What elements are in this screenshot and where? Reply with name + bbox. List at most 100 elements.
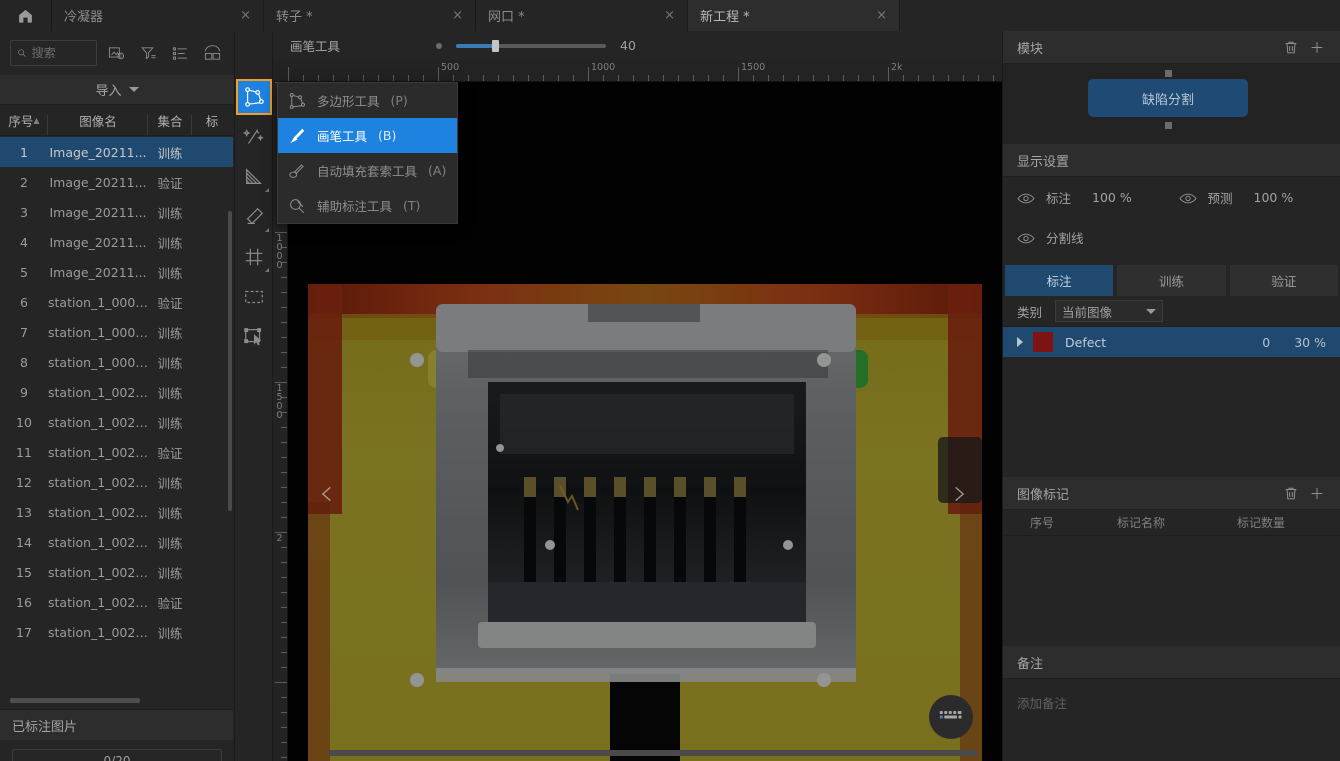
tab-close-icon[interactable]: × [444,8,463,23]
brush-size-slider[interactable] [456,39,607,52]
prediction-visibility-toggle[interactable] [1179,190,1199,204]
column-header-tag[interactable]: 标 [192,111,232,130]
note-section-header: 备注 [1003,646,1340,679]
tab-validation[interactable]: 验证 [1229,265,1338,296]
image-list-vertical-scrollbar[interactable] [228,211,232,511]
module-node-defect-segmentation[interactable]: 缺陷分割 [1088,79,1248,117]
previous-image-button[interactable] [314,467,340,521]
tab-training[interactable]: 训练 [1117,265,1226,296]
tool-expand-corner-icon [264,268,269,272]
menu-item-brush[interactable]: 画笔工具 (B) [278,118,457,153]
home-button[interactable] [0,0,52,31]
polygon-tool-button[interactable] [235,79,272,115]
annotation-opacity-value[interactable]: 100 % [1092,190,1132,205]
table-row[interactable]: 2 Image_20211... 验证 [0,167,233,197]
table-row[interactable]: 3 Image_20211... 训练 [0,197,233,227]
table-row[interactable]: 17 station_1_00296 训练 [0,617,233,647]
annotation-visibility-toggle[interactable] [1017,190,1037,204]
tab-3[interactable]: 新工程 * × [688,0,900,31]
table-row[interactable]: 8 station_1_00084 训练 [0,347,233,377]
segline-visibility-toggle[interactable] [1017,230,1037,244]
table-row[interactable]: 7 station_1_00083 训练 [0,317,233,347]
table-row[interactable]: 13 station_1_00268 训练 [0,497,233,527]
table-row[interactable]: 16 station_1_00294 验证 [0,587,233,617]
tab-0[interactable]: 冷凝器 × [52,0,264,31]
filter-button[interactable] [137,42,161,64]
menu-item-polygon[interactable]: 多边形工具 (P) [278,83,457,118]
cell-index: 12 [16,474,32,490]
table-row[interactable]: 4 Image_20211... 训练 [0,227,233,257]
delete-mark-button[interactable] [1278,480,1304,506]
panel-layout-icon [204,44,220,60]
display-settings-label: 显示设置 [1017,154,1070,170]
column-header-index[interactable]: 序号▲ [0,111,48,135]
marquee-select-tool-button[interactable] [236,279,272,315]
image-marks-body[interactable] [1003,536,1340,646]
image-table-body[interactable]: 1 Image_20211... 训练 2 Image_20211... 验证 3 Image… [0,137,233,702]
table-row[interactable]: 5 Image_20211... 训练 [0,257,233,287]
delete-module-button[interactable] [1278,34,1304,60]
table-row[interactable]: 12 station_1_00267 训练 [0,467,233,497]
tab-close-icon[interactable]: × [656,8,675,23]
image-list-horizontal-scrollbar[interactable] [10,698,140,703]
ruler-label: 500 [441,62,460,73]
polygon-icon [289,92,305,109]
cell-set: 训练 [157,625,183,641]
next-image-button[interactable] [946,467,972,521]
search-box[interactable] [10,40,98,66]
table-row[interactable]: 6 station_1_00082 验证 [0,287,233,317]
transform-tool-button[interactable] [236,319,272,355]
expand-triangle-icon[interactable] [1017,337,1023,347]
add-module-button[interactable] [1304,34,1330,60]
tool-dropdown-menu[interactable]: 多边形工具 (P) 画笔工具 (B) 自动填充套索工具 (A) 辅助标注工具 (T) [277,82,458,224]
table-row[interactable]: 15 station_1_00279 训练 [0,557,233,587]
transform-cursor-icon [243,328,261,346]
column-header-name[interactable]: 图像名 [48,111,148,135]
table-row[interactable]: 9 station_1_00262 训练 [0,377,233,407]
column-header-set[interactable]: 集合 [148,111,192,135]
table-row[interactable]: 11 station_1_00266 验证 [0,437,233,467]
mark-column-count: 标记数量 [1236,516,1285,530]
brush-size-slider-handle[interactable] [492,39,500,52]
image-settings-button[interactable] [105,42,129,64]
menu-item-auto-fill-lasso[interactable]: 自动填充套索工具 (A) [278,153,457,188]
prediction-opacity-value[interactable]: 100 % [1254,190,1294,205]
import-button[interactable]: 导入 [0,75,234,105]
display-settings-header: 显示设置 [1003,144,1340,177]
grid-tool-button[interactable] [236,239,272,275]
tab-close-icon[interactable]: × [868,8,887,23]
layout-view-button[interactable] [200,42,224,64]
tab-2[interactable]: 网口 * × [476,0,688,31]
search-input[interactable] [31,46,91,60]
fill-shape-icon [245,168,262,185]
canvas-horizontal-scrollbar[interactable] [328,750,978,756]
column-label: 标 [205,113,219,129]
fill-shape-tool-button[interactable] [236,159,272,195]
menu-item-shortcut: (T) [403,198,421,213]
ruler-label: 1500 [741,62,766,73]
category-row-defect[interactable]: Defect 0 30 % [1003,327,1340,357]
display-row-opacity: 标注 100 % 预测 100 % [1003,177,1340,217]
table-row[interactable]: 14 station_1_00277 训练 [0,527,233,557]
module-graph-stage[interactable]: 缺陷分割 [1003,64,1340,144]
image-marks-columns: 序号 标记名称 标记数量 [1003,510,1340,536]
module-output-port[interactable] [1165,122,1172,129]
table-row[interactable]: 10 station_1_00263 训练 [0,407,233,437]
module-input-port[interactable] [1165,70,1172,77]
category-color-swatch[interactable] [1033,332,1053,352]
menu-item-assist-annotation[interactable]: 辅助标注工具 (T) [278,188,457,223]
keyboard-shortcuts-button[interactable] [929,695,973,739]
cell-set: 训练 [157,505,183,521]
cell-index: 2 [20,174,28,190]
cell-index: 5 [20,264,28,280]
tab-annotation[interactable]: 标注 [1005,265,1114,296]
tab-close-icon[interactable]: × [232,8,251,23]
eraser-tool-button[interactable] [236,199,272,235]
add-mark-button[interactable] [1304,480,1330,506]
note-input[interactable]: 添加备注 [1003,679,1340,726]
list-view-button[interactable] [169,42,193,64]
tab-1[interactable]: 转子 * × [264,0,476,31]
table-row[interactable]: 1 Image_20211... 训练 [0,137,233,167]
category-scope-select[interactable]: 当前图像 [1055,300,1164,322]
magic-wand-tool-button[interactable] [236,119,272,155]
